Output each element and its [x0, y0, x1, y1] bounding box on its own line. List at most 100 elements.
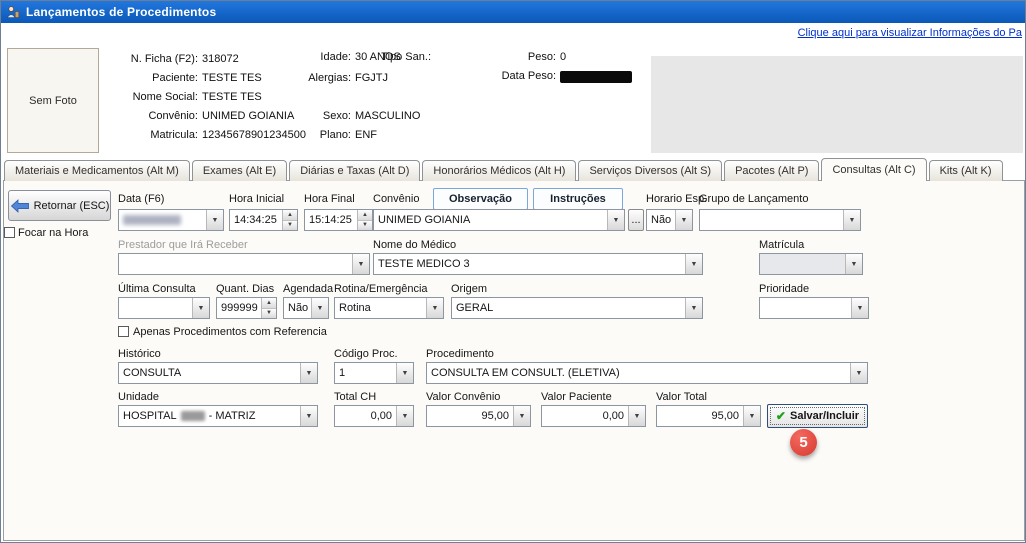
patient-field-row: Plano: ENF: [251, 129, 377, 141]
quant-dias-value: 999999: [217, 298, 261, 318]
prestador-combo[interactable]: ▼: [118, 253, 370, 275]
hora-inicial-spinner[interactable]: 14:34:25 ▲▼: [229, 209, 298, 231]
chevron-down-icon[interactable]: ▼: [851, 298, 868, 318]
spinner-down-icon[interactable]: ▼: [283, 221, 297, 231]
focar-na-hora-checkbox[interactable]: [4, 227, 15, 238]
prioridade-label: Prioridade: [759, 283, 809, 295]
tab-exames[interactable]: Exames (Alt E): [192, 160, 287, 181]
unidade-redacted-part: [181, 411, 205, 421]
salvar-incluir-button[interactable]: ✔ Salvar/Incluir: [767, 404, 868, 428]
instrucoes-button[interactable]: Instruções: [533, 188, 623, 210]
consultas-panel: [3, 180, 1025, 541]
ultima-consulta-combo[interactable]: ▼: [118, 297, 210, 319]
valor-total-combo[interactable]: 95,00 ▼: [656, 405, 761, 427]
chevron-down-icon[interactable]: ▼: [300, 363, 317, 383]
tab-strip: Materiais e Medicamentos (Alt M) Exames …: [4, 158, 1005, 181]
prestador-label: Prestador que Irá Receber: [118, 239, 248, 251]
chevron-down-icon[interactable]: ▼: [311, 298, 328, 318]
chevron-down-icon[interactable]: ▼: [850, 363, 867, 383]
patient-field-row: Paciente: TESTE TES: [101, 72, 262, 84]
tab-pacotes[interactable]: Pacotes (Alt P): [724, 160, 819, 181]
quant-dias-spinner[interactable]: 999999 ▲▼: [216, 297, 277, 319]
alergias-value: FGJTJ: [355, 72, 388, 84]
spinner-up-icon[interactable]: ▲: [283, 210, 297, 221]
tab-consultas[interactable]: Consultas (Alt C): [821, 158, 926, 181]
chevron-down-icon[interactable]: ▼: [396, 406, 413, 426]
chevron-down-icon[interactable]: ▼: [352, 254, 369, 274]
codigo-proc-label: Código Proc.: [334, 348, 398, 360]
convenio-ellipsis-button[interactable]: ...: [628, 209, 644, 231]
chevron-down-icon[interactable]: ▼: [513, 406, 530, 426]
total-ch-label: Total CH: [334, 391, 376, 403]
spinner-down-icon[interactable]: ▼: [262, 309, 276, 319]
tab-materiais-medicamentos[interactable]: Materiais e Medicamentos (Alt M): [4, 160, 190, 181]
idade-label: Idade:: [251, 51, 351, 63]
spinner-buttons: ▲▼: [261, 298, 276, 318]
horario-esp-label: Horario Esp.: [646, 193, 707, 205]
valor-paciente-combo[interactable]: 0,00 ▼: [541, 405, 646, 427]
patient-field-row: Sexo: MASCULINO: [251, 110, 420, 122]
valor-convenio-value: 95,00: [427, 406, 513, 426]
prioridade-combo[interactable]: ▼: [759, 297, 869, 319]
agendada-combo[interactable]: Não ▼: [283, 297, 329, 319]
total-ch-combo[interactable]: 0,00 ▼: [334, 405, 414, 427]
hora-final-spinner[interactable]: 15:14:25 ▲▼: [304, 209, 373, 231]
procedimento-combo[interactable]: CONSULTA EM CONSULT. (ELETIVA) ▼: [426, 362, 868, 384]
hora-inicial-label: Hora Inicial: [229, 193, 284, 205]
chevron-down-icon[interactable]: ▼: [206, 210, 223, 230]
data-f6-redacted-value: [119, 210, 206, 230]
unidade-combo[interactable]: HOSPITAL - MATRIZ ▼: [118, 405, 318, 427]
codigo-proc-value: 1: [335, 363, 396, 383]
tab-honorarios-medicos[interactable]: Honorários Médicos (Alt H): [422, 160, 576, 181]
patient-info-link[interactable]: Clique aqui para visualizar Informações …: [798, 27, 1022, 39]
valor-convenio-combo[interactable]: 95,00 ▼: [426, 405, 531, 427]
tab-kits[interactable]: Kits (Alt K): [929, 160, 1003, 181]
retornar-button[interactable]: Retornar (ESC): [8, 190, 111, 221]
data-f6-label: Data (F6): [118, 193, 164, 205]
agendada-value: Não: [284, 298, 311, 318]
chevron-down-icon[interactable]: ▼: [843, 210, 860, 230]
nome-medico-combo[interactable]: TESTE MEDICO 3 ▼: [373, 253, 703, 275]
chevron-down-icon[interactable]: ▼: [743, 406, 760, 426]
codigo-proc-combo[interactable]: 1 ▼: [334, 362, 414, 384]
convenio-combo[interactable]: UNIMED GOIANIA ▼: [373, 209, 625, 231]
chevron-down-icon[interactable]: ▼: [300, 406, 317, 426]
rotina-emergencia-value: Rotina: [335, 298, 426, 318]
ultima-consulta-value: [119, 298, 192, 318]
chevron-down-icon[interactable]: ▼: [685, 298, 702, 318]
data-f6-combo[interactable]: ▼: [118, 209, 224, 231]
convenio-form-label: Convênio: [373, 193, 419, 205]
step-number: 5: [799, 434, 807, 451]
tab-servicos-diversos[interactable]: Serviços Diversos (Alt S): [578, 160, 722, 181]
data-peso-redacted-value: [560, 71, 632, 83]
grupo-lancamento-value: [700, 210, 843, 230]
procedimento-value: CONSULTA EM CONSULT. (ELETIVA): [427, 363, 850, 383]
tab-diarias-taxas[interactable]: Diárias e Taxas (Alt D): [289, 160, 420, 181]
chevron-down-icon[interactable]: ▼: [426, 298, 443, 318]
spinner-down-icon[interactable]: ▼: [358, 221, 372, 231]
chevron-down-icon[interactable]: ▼: [607, 210, 624, 230]
chevron-down-icon[interactable]: ▼: [685, 254, 702, 274]
chevron-down-icon: ▼: [845, 254, 862, 274]
horario-esp-combo[interactable]: Não ▼: [646, 209, 693, 231]
historico-combo[interactable]: CONSULTA ▼: [118, 362, 318, 384]
origem-combo[interactable]: GERAL ▼: [451, 297, 703, 319]
spinner-up-icon[interactable]: ▲: [358, 210, 372, 221]
rotina-emergencia-combo[interactable]: Rotina ▼: [334, 297, 444, 319]
quant-dias-label: Quant. Dias: [216, 283, 274, 295]
convenio-form-value: UNIMED GOIANIA: [374, 210, 607, 230]
chevron-down-icon[interactable]: ▼: [628, 406, 645, 426]
spinner-up-icon[interactable]: ▲: [262, 298, 276, 309]
chevron-down-icon[interactable]: ▼: [675, 210, 692, 230]
matricula-label: Matricula:: [101, 129, 198, 141]
app-icon: [6, 5, 20, 19]
chevron-down-icon[interactable]: ▼: [396, 363, 413, 383]
ultima-consulta-label: Última Consulta: [118, 283, 196, 295]
patient-field-row: Data Peso:: [481, 70, 632, 83]
patient-photo-placeholder: Sem Foto: [7, 48, 99, 153]
apenas-referencia-checkbox[interactable]: [118, 326, 129, 337]
title-bar: Lançamentos de Procedimentos: [1, 1, 1025, 23]
observacao-button[interactable]: Observação: [433, 188, 528, 210]
grupo-lancamento-combo[interactable]: ▼: [699, 209, 861, 231]
chevron-down-icon[interactable]: ▼: [192, 298, 209, 318]
